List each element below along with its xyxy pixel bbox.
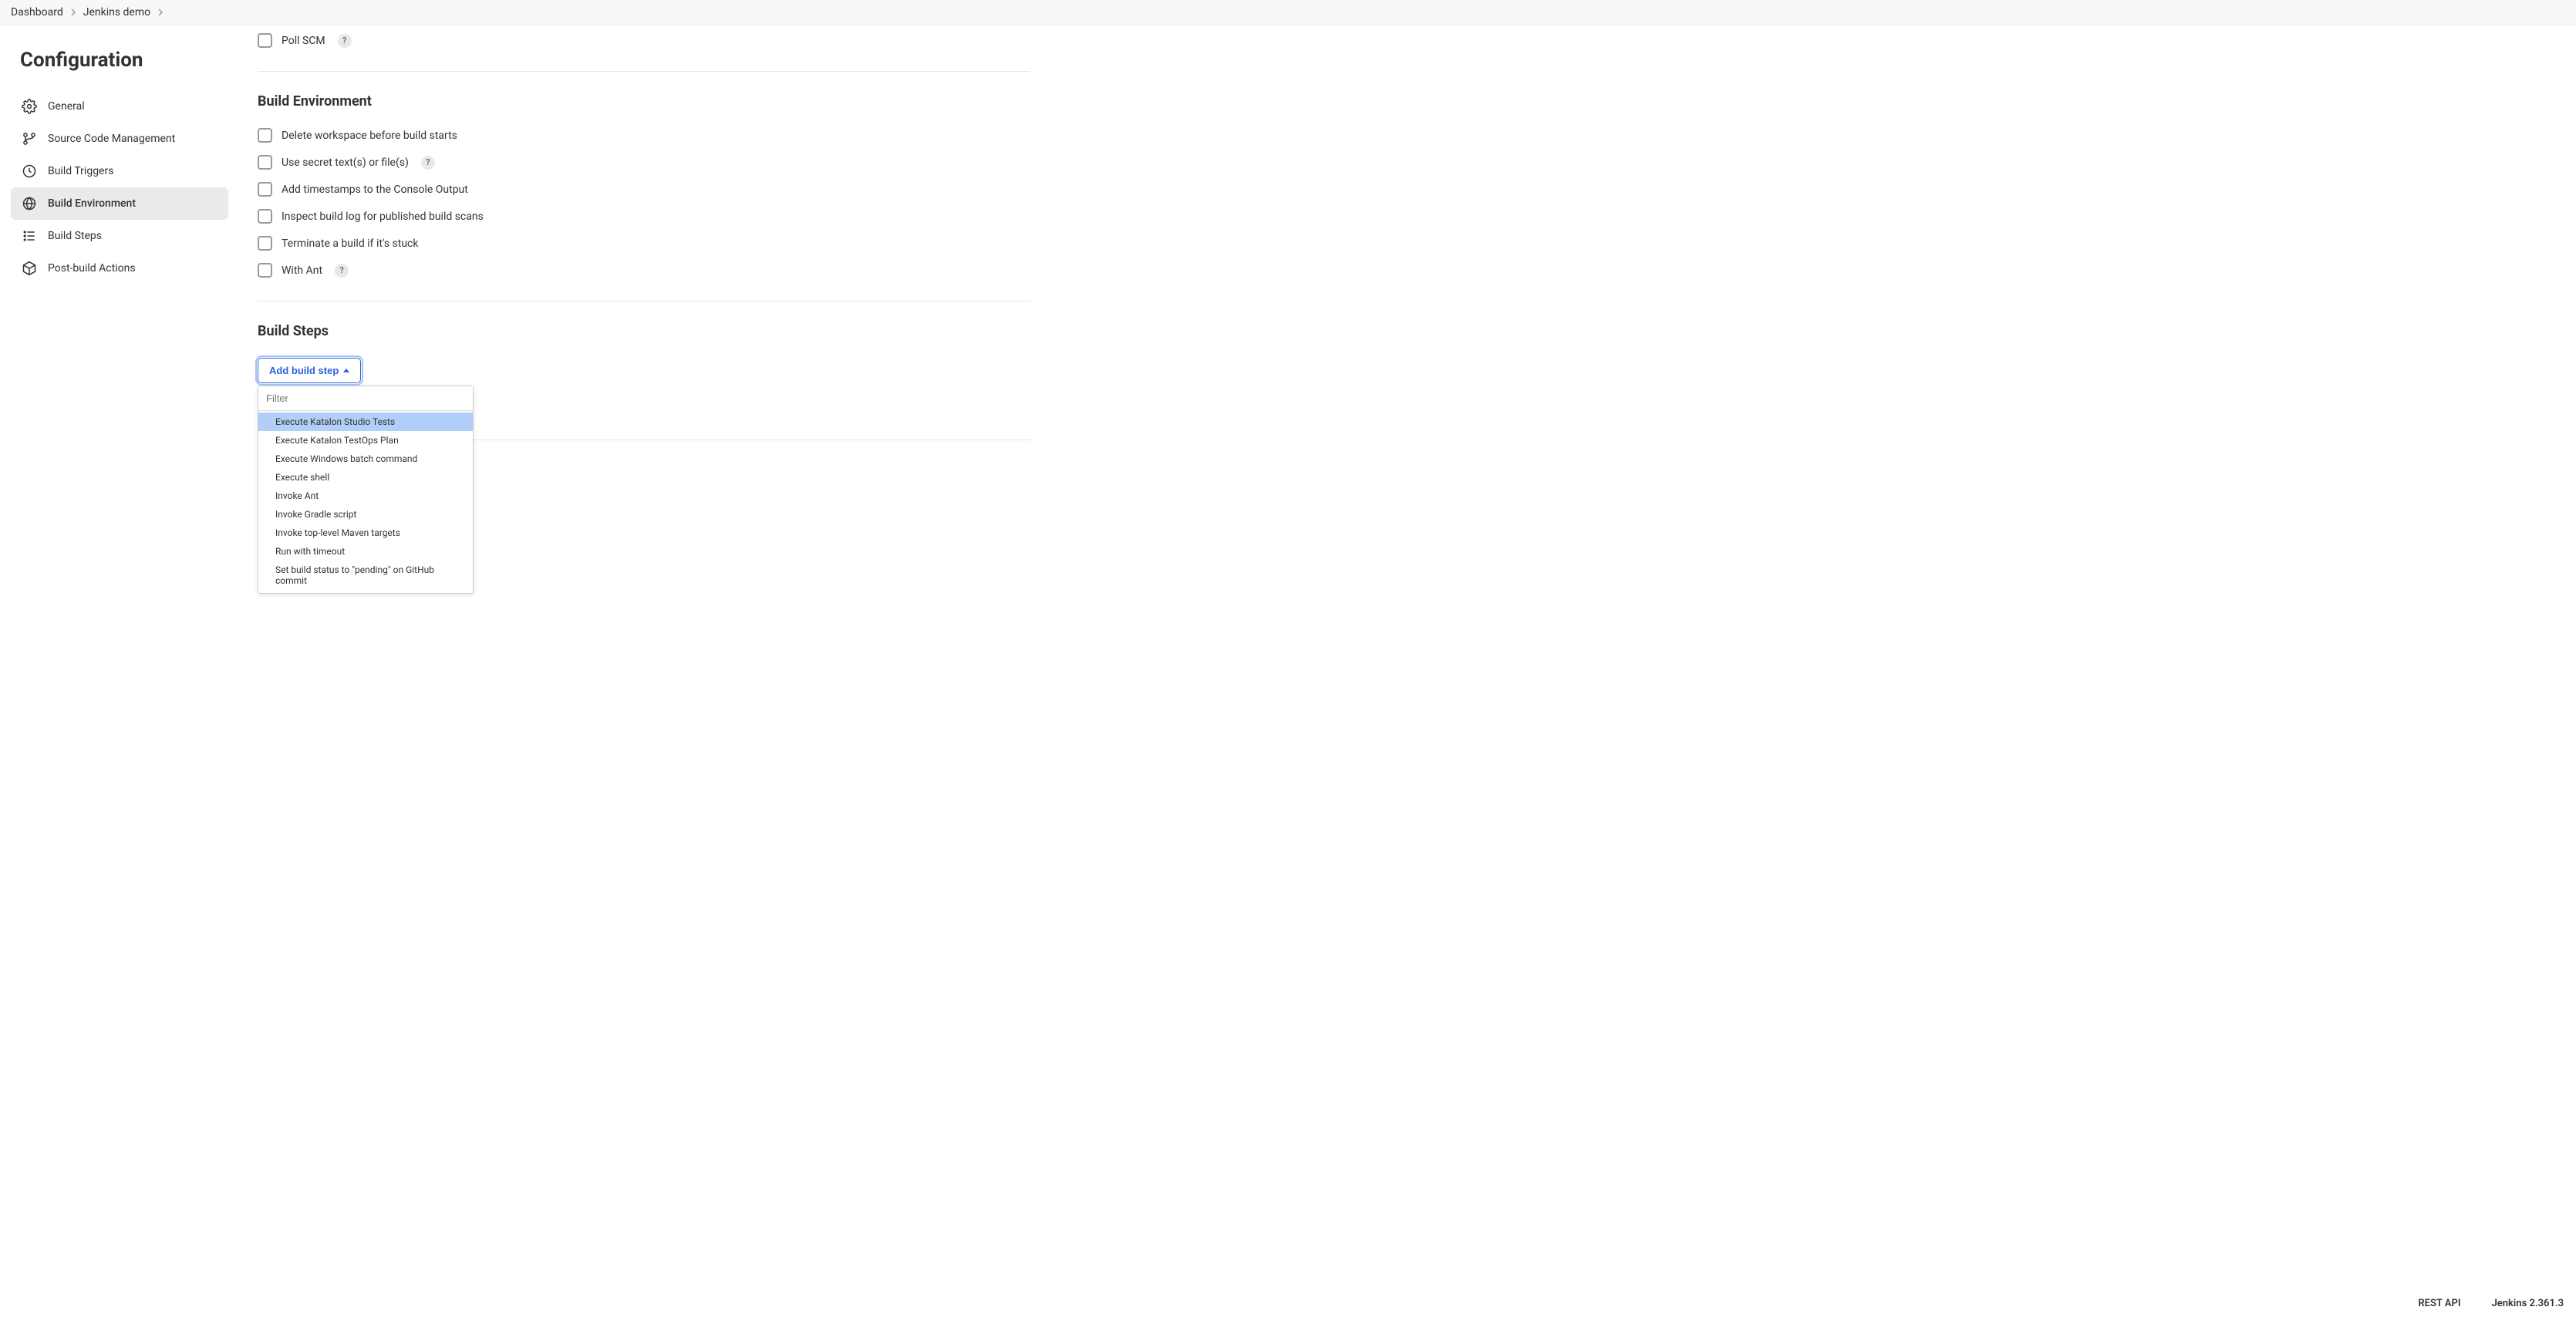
chevron-right-icon bbox=[69, 8, 77, 16]
add-build-step-label: Add build step bbox=[269, 365, 339, 376]
sidebar-item-label: Build Triggers bbox=[48, 165, 113, 177]
main-content: Poll SCM ? Build Environment Delete work… bbox=[239, 25, 1049, 1288]
checkbox-label: With Ant bbox=[282, 264, 322, 277]
git-branch-icon bbox=[22, 131, 37, 147]
sidebar-item-label: Post-build Actions bbox=[48, 262, 136, 275]
sidebar-item-label: Source Code Management bbox=[48, 133, 175, 145]
gear-icon bbox=[22, 99, 37, 114]
help-icon[interactable]: ? bbox=[338, 34, 352, 48]
inspect-log-checkbox[interactable] bbox=[258, 209, 272, 224]
delete-workspace-checkbox[interactable] bbox=[258, 128, 272, 143]
help-icon[interactable]: ? bbox=[335, 264, 349, 278]
breadcrumb-jenkins-demo[interactable]: Jenkins demo bbox=[83, 6, 150, 19]
dropdown-option-github-pending[interactable]: Set build status to "pending" on GitHub … bbox=[258, 561, 473, 590]
checkbox-row: Inspect build log for published build sc… bbox=[258, 209, 1030, 224]
checkbox-row: Add timestamps to the Console Output bbox=[258, 182, 1030, 197]
checkbox-row: With Ant ? bbox=[258, 263, 1030, 278]
dropdown-option-run-timeout[interactable]: Run with timeout bbox=[258, 542, 473, 561]
sidebar-item-label: General bbox=[48, 100, 85, 113]
checkbox-row: Terminate a build if it's stuck bbox=[258, 236, 1030, 251]
checkbox-label: Inspect build log for published build sc… bbox=[282, 211, 484, 223]
package-icon bbox=[22, 261, 37, 276]
dropdown-option-katalon-studio[interactable]: Execute Katalon Studio Tests bbox=[258, 413, 473, 431]
sidebar-item-label: Build Steps bbox=[48, 230, 102, 242]
checkbox-label: Add timestamps to the Console Output bbox=[282, 184, 468, 196]
sidebar-item-build-steps[interactable]: Build Steps bbox=[11, 220, 228, 252]
list-icon bbox=[22, 228, 37, 244]
terminate-stuck-checkbox[interactable] bbox=[258, 236, 272, 251]
checkbox-label: Use secret text(s) or file(s) bbox=[282, 157, 409, 169]
sidebar: Configuration General Source Code Manage… bbox=[0, 25, 239, 1288]
build-step-dropdown: Execute Katalon Studio Tests Execute Kat… bbox=[258, 386, 474, 594]
poll-scm-checkbox[interactable] bbox=[258, 33, 272, 48]
sidebar-item-general[interactable]: General bbox=[11, 90, 228, 123]
checkbox-row: Use secret text(s) or file(s) ? bbox=[258, 155, 1030, 170]
help-icon[interactable]: ? bbox=[421, 156, 435, 170]
build-environment-title: Build Environment bbox=[258, 93, 1030, 109]
dropdown-option-invoke-gradle[interactable]: Invoke Gradle script bbox=[258, 505, 473, 524]
checkbox-label: Delete workspace before build starts bbox=[282, 130, 457, 142]
dropdown-option-invoke-maven[interactable]: Invoke top-level Maven targets bbox=[258, 524, 473, 542]
sidebar-item-build-environment[interactable]: Build Environment bbox=[11, 187, 228, 220]
dropdown-option-windows-batch[interactable]: Execute Windows batch command bbox=[258, 450, 473, 468]
chevron-right-icon bbox=[157, 8, 164, 16]
page-title: Configuration bbox=[20, 49, 228, 72]
caret-up-icon bbox=[343, 369, 349, 372]
sidebar-item-post-build[interactable]: Post-build Actions bbox=[11, 252, 228, 285]
sidebar-item-label: Build Environment bbox=[48, 197, 136, 210]
timestamps-checkbox[interactable] bbox=[258, 182, 272, 197]
globe-icon bbox=[22, 196, 37, 211]
with-ant-checkbox[interactable] bbox=[258, 263, 272, 278]
dropdown-option-katalon-testops[interactable]: Execute Katalon TestOps Plan bbox=[258, 431, 473, 450]
sidebar-item-triggers[interactable]: Build Triggers bbox=[11, 155, 228, 187]
filter-input[interactable] bbox=[258, 386, 473, 411]
footer: REST API Jenkins 2.361.3 bbox=[0, 1290, 2576, 1317]
build-steps-title: Build Steps bbox=[258, 323, 1030, 339]
secret-text-checkbox[interactable] bbox=[258, 155, 272, 170]
checkbox-row: Delete workspace before build starts bbox=[258, 128, 1030, 143]
breadcrumb-dashboard[interactable]: Dashboard bbox=[11, 6, 63, 19]
version-link[interactable]: Jenkins 2.361.3 bbox=[2492, 1298, 2564, 1309]
dropdown-option-execute-shell[interactable]: Execute shell bbox=[258, 468, 473, 487]
breadcrumb: Dashboard Jenkins demo bbox=[0, 0, 2576, 25]
add-build-step-button[interactable]: Add build step bbox=[258, 358, 361, 383]
dropdown-option-invoke-ant[interactable]: Invoke Ant bbox=[258, 487, 473, 505]
poll-scm-label: Poll SCM bbox=[282, 35, 325, 47]
clock-icon bbox=[22, 163, 37, 179]
sidebar-item-scm[interactable]: Source Code Management bbox=[11, 123, 228, 155]
checkbox-label: Terminate a build if it's stuck bbox=[282, 237, 418, 250]
checkbox-row-poll-scm: Poll SCM ? bbox=[258, 33, 1030, 48]
divider bbox=[258, 71, 1030, 72]
rest-api-link[interactable]: REST API bbox=[2418, 1298, 2460, 1309]
